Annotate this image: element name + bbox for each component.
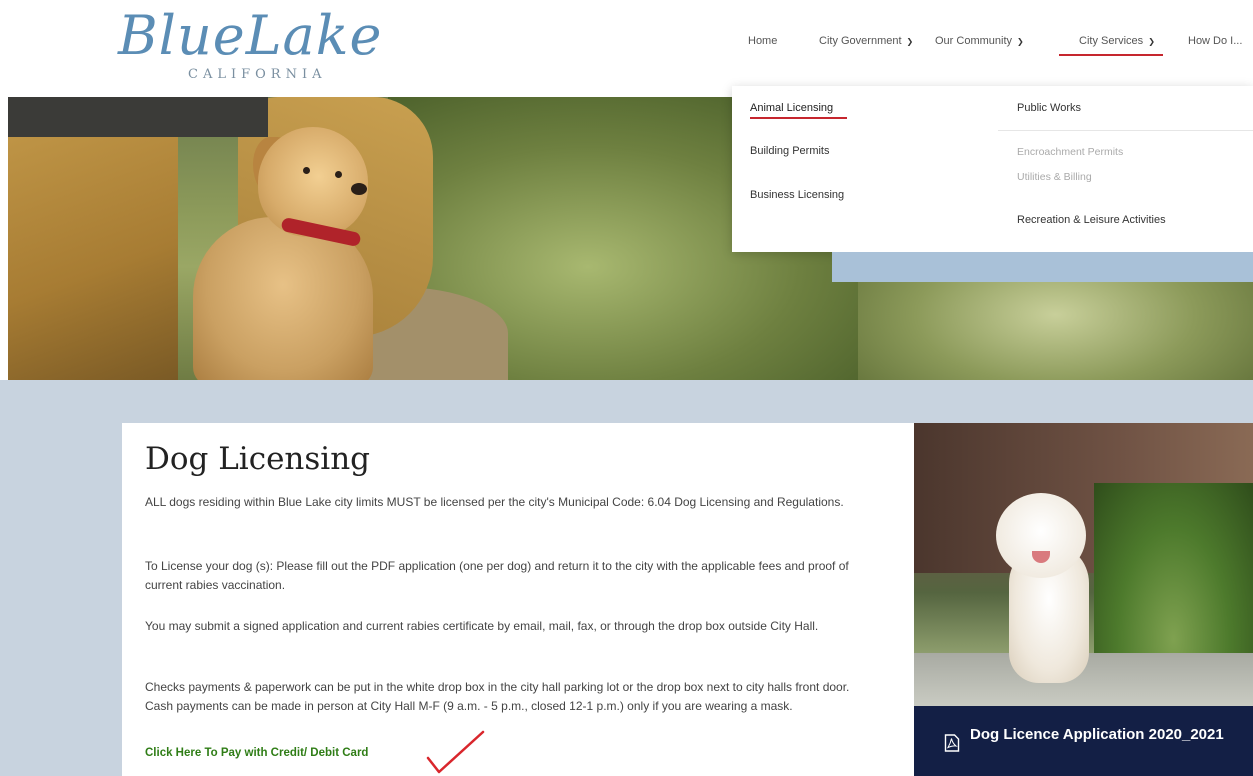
red-checkmark-annotation (426, 730, 485, 774)
chevron-down-icon: ❯ (1017, 37, 1024, 46)
menu-divider (998, 130, 1253, 131)
nav-city-services[interactable]: City Services ❯ (1079, 35, 1155, 47)
menu-item-recreation[interactable]: Recreation & Leisure Activities (1017, 214, 1166, 226)
chevron-down-icon: ❯ (906, 37, 914, 46)
nav-city-government-label: City Government (819, 35, 902, 47)
puppy-head (996, 493, 1086, 578)
nav-city-government[interactable]: City Government ❯ (819, 35, 913, 47)
content-card: Dog Licensing ALL dogs residing within B… (122, 423, 914, 776)
nav-our-community-label: Our Community (935, 35, 1013, 47)
menu-item-building-permits[interactable]: Building Permits (750, 145, 829, 157)
site-header: BlueLake CALIFORNIA Home City Government… (0, 0, 1253, 96)
menu-item-business-licensing[interactable]: Business Licensing (750, 189, 844, 201)
page-title: Dog Licensing (145, 441, 371, 477)
logo-script-text: BlueLake (118, 4, 383, 67)
hero-person-leg (8, 97, 178, 380)
site-logo[interactable]: BlueLake CALIFORNIA (118, 4, 388, 88)
menu-item-animal-licensing[interactable]: Animal Licensing (750, 102, 833, 114)
dog-eye (303, 167, 310, 174)
city-services-dropdown: Animal Licensing Building Permits Busine… (732, 86, 1253, 282)
dog-nose (351, 183, 367, 195)
nav-how-do-i-label: How Do I... (1188, 35, 1243, 47)
menu-active-underline (750, 117, 847, 119)
hero-dog (183, 127, 393, 380)
nav-our-community[interactable]: Our Community ❯ (935, 35, 1024, 47)
pay-credit-card-link[interactable]: Click Here To Pay with Credit/ Debit Car… (145, 747, 368, 759)
nav-home-label: Home (748, 35, 778, 47)
nav-how-do-i[interactable]: How Do I... (1188, 35, 1253, 47)
dog-licence-application-link[interactable]: Dog Licence Application 2020_2021 (914, 706, 1253, 776)
paragraph-payments: Checks payments & paperwork can be put i… (145, 680, 850, 713)
pdf-link-title: Dog Licence Application 2020_2021 (970, 726, 1224, 743)
chevron-down-icon: ❯ (1148, 37, 1155, 46)
puppy-image (914, 423, 1253, 706)
paragraph-how-to-license: To License your dog (s): Please fill out… (145, 559, 849, 592)
logo-subtitle: CALIFORNIA (188, 67, 327, 82)
menu-subitem-encroachment-permits[interactable]: Encroachment Permits (1017, 146, 1123, 158)
nav-active-underline (1059, 54, 1163, 56)
dog-head (258, 127, 368, 237)
paragraph-intro: ALL dogs residing within Blue Lake city … (145, 495, 844, 509)
menu-item-public-works[interactable]: Public Works (1017, 102, 1081, 114)
pdf-file-icon (944, 734, 960, 752)
nav-home[interactable]: Home (748, 35, 777, 47)
nav-city-services-label: City Services (1079, 35, 1144, 47)
dog-eye (335, 171, 342, 178)
paragraph-submit-options: You may submit a signed application and … (145, 619, 819, 633)
dropdown-shadow-strip (832, 252, 1253, 282)
menu-subitem-utilities-billing[interactable]: Utilities & Billing (1017, 171, 1092, 183)
